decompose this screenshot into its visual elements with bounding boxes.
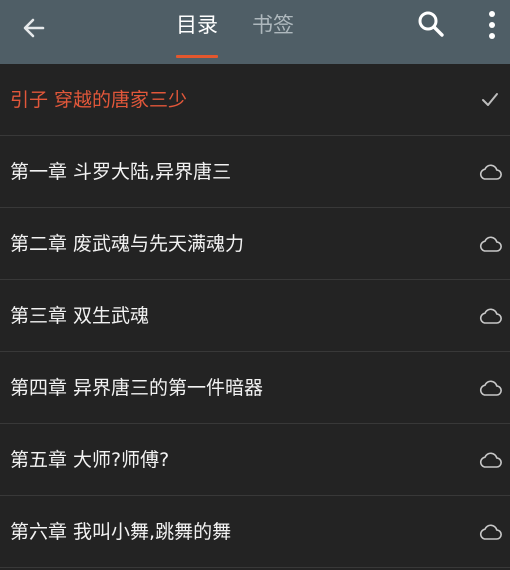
download-status[interactable] bbox=[478, 160, 502, 184]
download-status[interactable] bbox=[478, 376, 502, 400]
tab-bookmarks[interactable]: 书签 bbox=[252, 10, 294, 40]
reader-toc-screen: 目录 书签 引子 穿越的唐家三少第一章 斗罗大陆,异界唐三 第二章 废武魂与先天满… bbox=[0, 0, 510, 570]
download-status[interactable] bbox=[478, 232, 502, 256]
chapter-row[interactable]: 第五章 大师?师傅? bbox=[0, 424, 510, 496]
reading-status bbox=[478, 88, 502, 112]
tab-table-of-contents[interactable]: 目录 bbox=[176, 10, 218, 40]
cloud-icon bbox=[479, 452, 502, 468]
active-tab-indicator bbox=[176, 55, 218, 58]
cloud-icon bbox=[479, 524, 502, 540]
download-status[interactable] bbox=[478, 520, 502, 544]
chapter-title: 第四章 异界唐三的第一件暗器 bbox=[10, 377, 264, 399]
chapter-title: 第六章 我叫小舞,跳舞的舞 bbox=[10, 521, 232, 543]
search-icon bbox=[418, 11, 444, 37]
cloud-icon bbox=[479, 236, 502, 252]
chapter-row[interactable]: 第二章 废武魂与先天满魂力 bbox=[0, 208, 510, 280]
back-button[interactable] bbox=[14, 8, 54, 48]
chapter-row[interactable]: 第六章 我叫小舞,跳舞的舞 bbox=[0, 496, 510, 568]
chapter-title: 第五章 大师?师傅? bbox=[10, 449, 170, 471]
download-status[interactable] bbox=[478, 448, 502, 472]
top-app-bar: 目录 书签 bbox=[0, 0, 510, 64]
chapter-row[interactable]: 第四章 异界唐三的第一件暗器 bbox=[0, 352, 510, 424]
chapter-title: 第一章 斗罗大陆,异界唐三 bbox=[10, 161, 232, 183]
more-vert-icon bbox=[489, 11, 495, 39]
back-arrow-icon bbox=[23, 18, 45, 38]
chapter-list: 引子 穿越的唐家三少第一章 斗罗大陆,异界唐三 第二章 废武魂与先天满魂力 第三章 … bbox=[0, 64, 510, 568]
chapter-row[interactable]: 第一章 斗罗大陆,异界唐三 bbox=[0, 136, 510, 208]
more-options-button[interactable] bbox=[480, 6, 504, 44]
cloud-icon bbox=[479, 380, 502, 396]
chapter-row[interactable]: 第三章 双生武魂 bbox=[0, 280, 510, 352]
download-status[interactable] bbox=[478, 304, 502, 328]
chapter-title: 第三章 双生武魂 bbox=[10, 305, 150, 327]
chapter-row-current[interactable]: 引子 穿越的唐家三少 bbox=[0, 64, 510, 136]
check-icon bbox=[482, 93, 498, 106]
chapter-title: 第二章 废武魂与先天满魂力 bbox=[10, 233, 245, 255]
chapter-title: 引子 穿越的唐家三少 bbox=[10, 89, 188, 111]
cloud-icon bbox=[479, 164, 502, 180]
cloud-icon bbox=[479, 308, 502, 324]
search-button[interactable] bbox=[414, 7, 448, 41]
